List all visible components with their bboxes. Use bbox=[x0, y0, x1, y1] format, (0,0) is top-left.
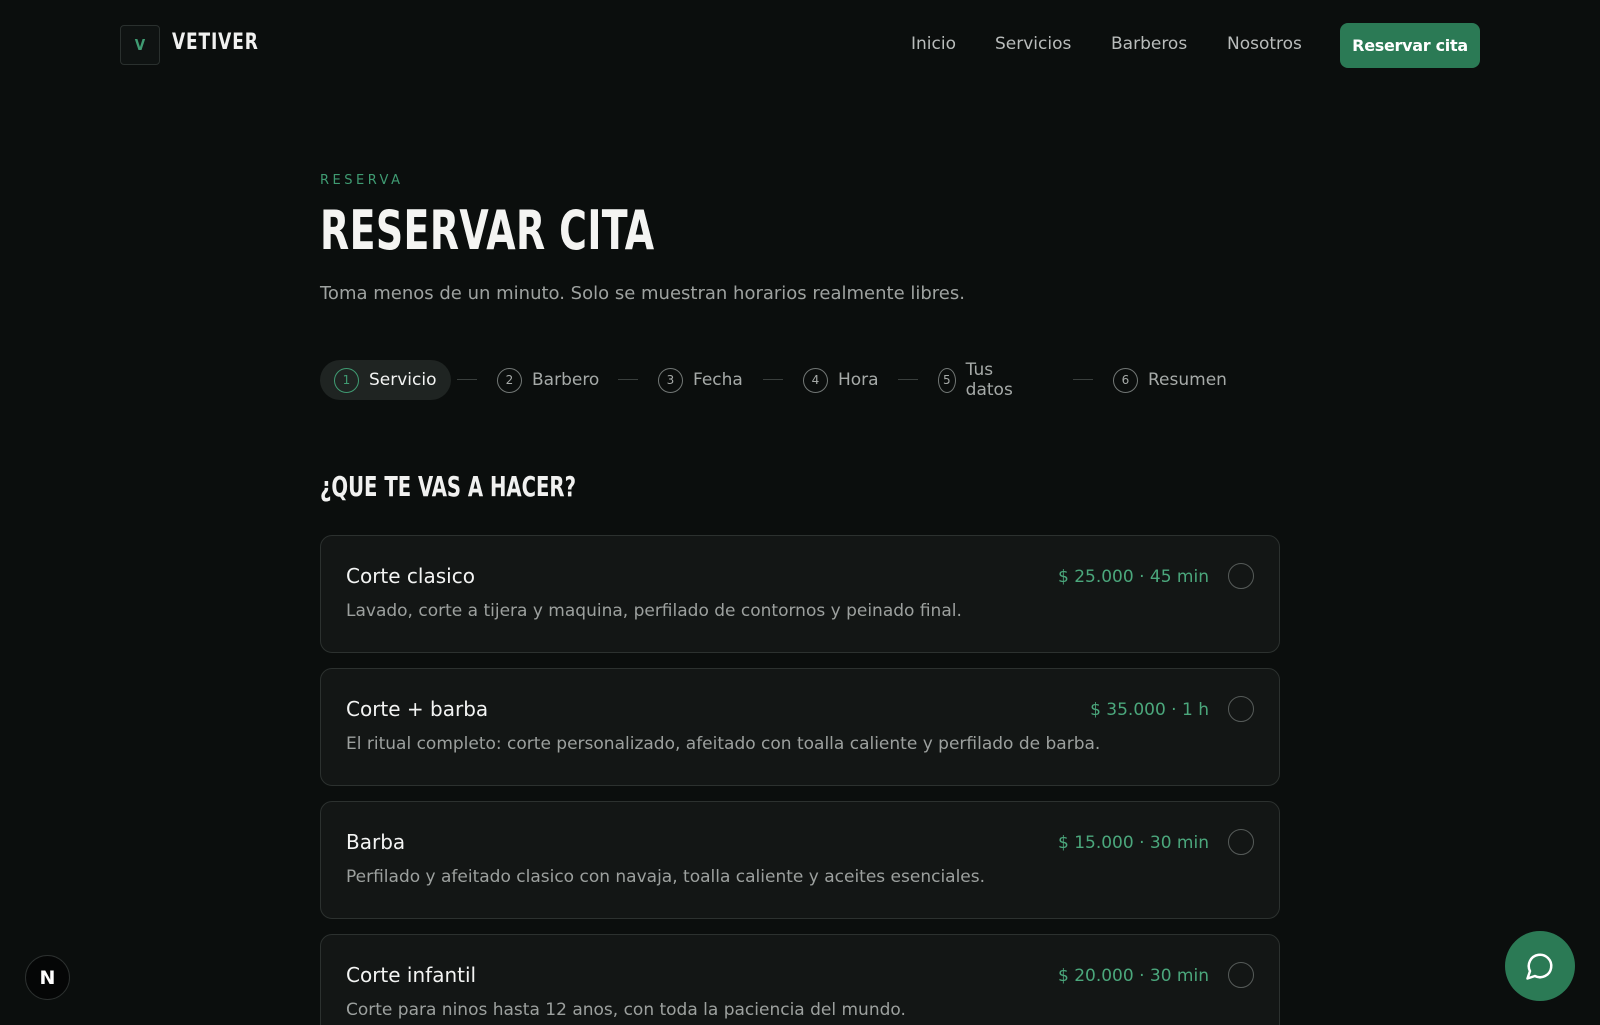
step-number: 5 bbox=[938, 367, 956, 393]
logo-icon[interactable]: V bbox=[120, 25, 160, 65]
nav-link-nosotros[interactable]: Nosotros bbox=[1227, 34, 1302, 54]
service-name: Corte infantil bbox=[346, 963, 477, 987]
page-title: RESERVAR CITA bbox=[320, 199, 655, 262]
service-card-corte-clasico[interactable]: Corte clasico $ 25.000 · 45 min Lavado, … bbox=[320, 535, 1280, 653]
step-label: Tus datos bbox=[965, 360, 1013, 400]
nav-link-servicios[interactable]: Servicios bbox=[995, 34, 1071, 54]
step-label: Hora bbox=[838, 370, 879, 390]
step-resumen[interactable]: 6 Resumen bbox=[1113, 360, 1227, 400]
site-header: V VETIVER Inicio Servicios Barberos Noso… bbox=[0, 0, 1600, 90]
reservar-cita-button[interactable]: Reservar cita bbox=[1340, 23, 1480, 68]
step-divider bbox=[618, 379, 638, 380]
step-divider bbox=[457, 379, 477, 380]
step-barbero[interactable]: 2 Barbero bbox=[497, 360, 599, 400]
nav-link-inicio[interactable]: Inicio bbox=[911, 34, 956, 54]
step-label: Resumen bbox=[1148, 370, 1227, 390]
service-radio[interactable] bbox=[1228, 696, 1254, 722]
service-price-duration: $ 15.000 · 30 min bbox=[1057, 833, 1209, 853]
step-servicio[interactable]: 1 Servicio bbox=[320, 360, 451, 400]
service-card-corte-barba[interactable]: Corte + barba $ 35.000 · 1 h El ritual c… bbox=[320, 668, 1280, 786]
chat-bubble-icon bbox=[1526, 953, 1553, 980]
page-subtitle: Toma menos de un minuto. Solo se muestra… bbox=[320, 283, 965, 304]
step-number: 4 bbox=[803, 367, 828, 393]
service-name: Barba bbox=[346, 830, 406, 854]
step-divider bbox=[763, 379, 783, 380]
step-number: 2 bbox=[497, 367, 522, 393]
nav-link-barberos[interactable]: Barberos bbox=[1111, 34, 1187, 54]
step-number: 3 bbox=[658, 367, 683, 393]
service-price-duration: $ 25.000 · 45 min bbox=[1057, 567, 1209, 587]
service-description: Corte para ninos hasta 12 anos, con toda… bbox=[346, 1000, 906, 1020]
chat-button[interactable] bbox=[1505, 931, 1575, 1001]
service-price-duration: $ 20.000 · 30 min bbox=[1057, 966, 1209, 986]
step-divider bbox=[1073, 379, 1093, 380]
brand-name[interactable]: VETIVER bbox=[172, 30, 259, 55]
step-label: Barbero bbox=[532, 370, 600, 390]
step-label: Fecha bbox=[693, 370, 743, 390]
step-number: 1 bbox=[334, 367, 359, 393]
step-fecha[interactable]: 3 Fecha bbox=[658, 360, 743, 400]
service-radio[interactable] bbox=[1228, 563, 1254, 589]
service-description: Perfilado y afeitado clasico con navaja,… bbox=[346, 867, 986, 887]
service-description: Lavado, corte a tijera y maquina, perfil… bbox=[346, 601, 962, 621]
section-title: ¿QUE TE VAS A HACER? bbox=[320, 470, 576, 503]
dev-tools-badge-icon[interactable]: N bbox=[25, 955, 70, 1000]
step-number: 6 bbox=[1113, 367, 1138, 393]
service-card-barba[interactable]: Barba $ 15.000 · 30 min Perfilado y afei… bbox=[320, 801, 1280, 919]
service-card-corte-infantil[interactable]: Corte infantil $ 20.000 · 30 min Corte p… bbox=[320, 934, 1280, 1025]
service-description: El ritual completo: corte personalizado,… bbox=[346, 734, 1101, 754]
step-divider bbox=[898, 379, 918, 380]
service-name: Corte + barba bbox=[346, 697, 489, 721]
service-price-duration: $ 35.000 · 1 h bbox=[1090, 700, 1209, 720]
page-eyebrow: RESERVA bbox=[320, 173, 404, 188]
step-tus-datos[interactable]: 5 Tus datos bbox=[938, 360, 1020, 400]
step-label: Servicio bbox=[369, 370, 437, 390]
service-radio[interactable] bbox=[1228, 962, 1254, 988]
service-name: Corte clasico bbox=[346, 564, 475, 588]
service-radio[interactable] bbox=[1228, 829, 1254, 855]
step-hora[interactable]: 4 Hora bbox=[803, 360, 879, 400]
